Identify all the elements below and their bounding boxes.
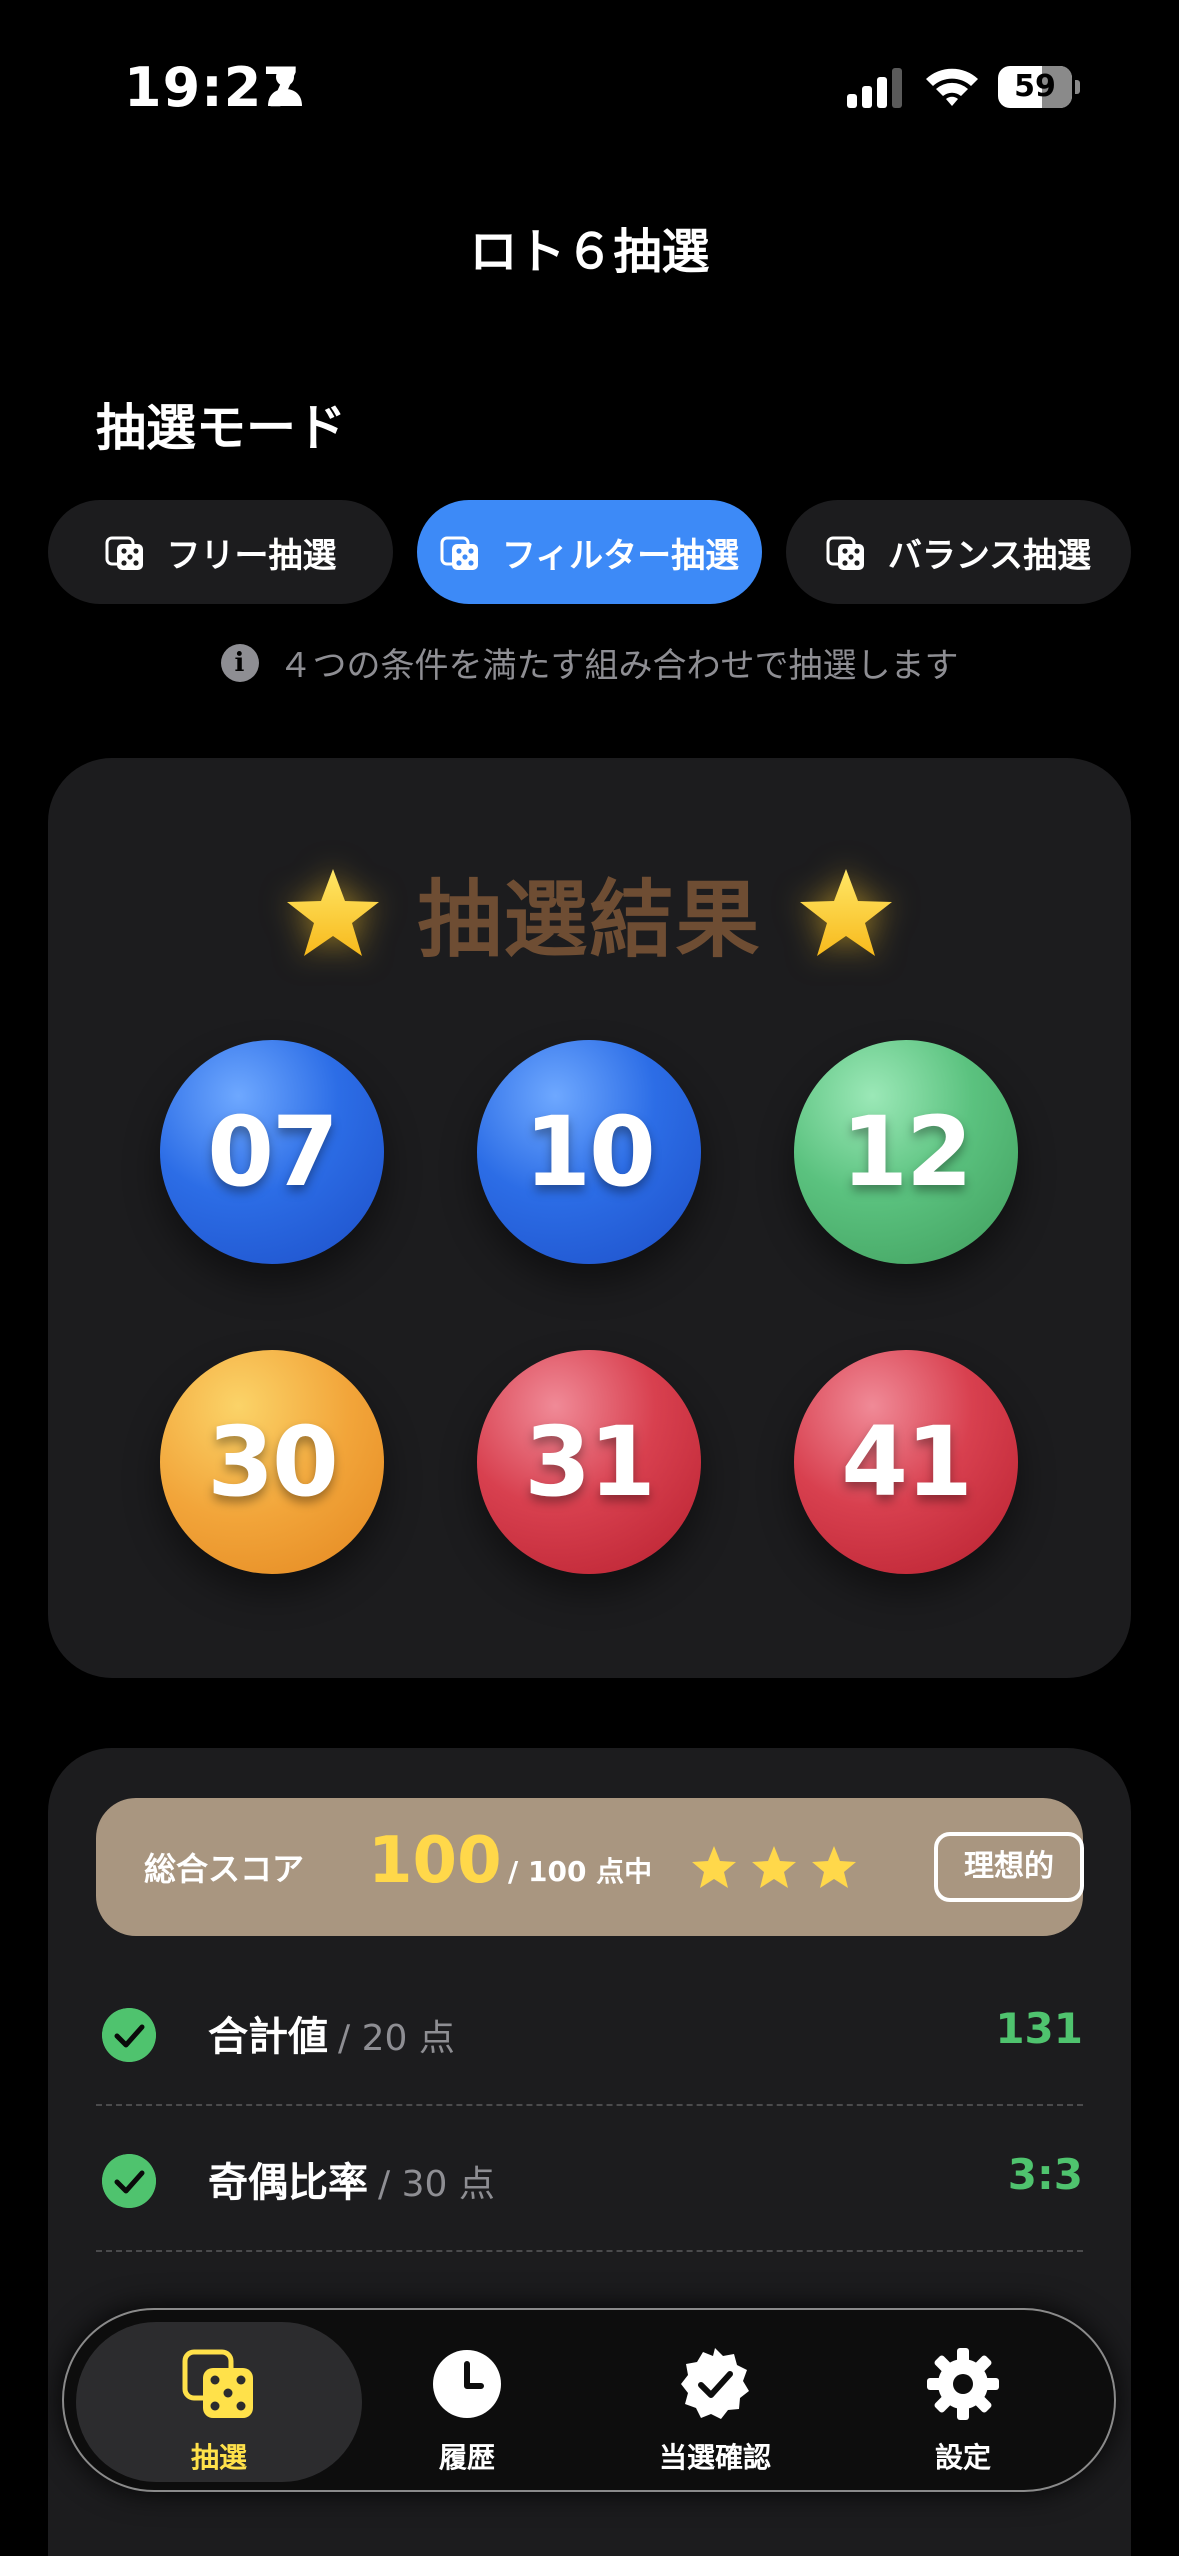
battery-icon: 59: [998, 66, 1080, 108]
dice-icon: [440, 536, 478, 570]
tab-check-win[interactable]: 当選確認: [572, 2322, 858, 2482]
tab-draw[interactable]: 抽選: [76, 2322, 362, 2482]
person-icon: [268, 68, 302, 106]
star-icon: [752, 1846, 796, 1888]
lotto-ball: 41: [794, 1350, 1018, 1574]
total-score-label: 総合スコア: [144, 1850, 305, 1888]
lotto-ball: 07: [160, 1040, 384, 1264]
total-score-banner: 総合スコア 100 / 100 点中 理想的: [96, 1798, 1084, 1936]
lotto-ball: 30: [160, 1350, 384, 1574]
dice-icon: [182, 2349, 253, 2418]
tab-settings-label: 設定: [934, 2441, 991, 2474]
score-rank-badge: 理想的: [934, 1832, 1084, 1902]
mode-selector: フリー抽選 フィルター抽選 バランス抽選: [48, 500, 1131, 604]
rating-stars: [692, 1846, 856, 1888]
info-icon: i: [220, 643, 259, 682]
criteria-name: 奇偶比率: [208, 2160, 368, 2206]
mode-balance-label: バランス抽選: [887, 535, 1092, 576]
result-title: 抽選結果: [417, 870, 762, 969]
check-icon: [102, 2008, 156, 2062]
criteria-row: 奇偶比率/ 30 点 3:3: [96, 2106, 1083, 2252]
check-icon: [102, 2154, 156, 2208]
mode-balance-button[interactable]: バランス抽選: [786, 500, 1131, 604]
criteria-points: / 20 点: [338, 2018, 455, 2059]
tab-history-label: 履歴: [438, 2441, 495, 2474]
wifi-icon: [926, 68, 978, 106]
result-header: 抽選結果: [48, 858, 1131, 969]
battery-level: 59: [1014, 69, 1056, 104]
verified-badge-icon: [681, 2348, 749, 2419]
star-icon: [799, 869, 892, 956]
clock-icon: [433, 2350, 501, 2418]
tab-bar: 抽選 履歴 当選確認 設定: [62, 2308, 1116, 2492]
dice-icon: [826, 536, 864, 570]
total-score-max: / 100 点中: [508, 1855, 653, 1888]
gear-icon: [927, 2348, 999, 2420]
mode-section-title: 抽選モード: [96, 399, 346, 457]
tab-check-win-label: 当選確認: [658, 2441, 771, 2474]
criteria-row: 合計値/ 20 点 131: [96, 1960, 1083, 2106]
star-icon: [692, 1846, 736, 1888]
tab-draw-label: 抽選: [190, 2441, 247, 2474]
lotto-ball: 10: [477, 1040, 701, 1264]
criteria-name: 合計値: [208, 2014, 328, 2060]
tab-history[interactable]: 履歴: [324, 2322, 610, 2482]
lotto-ball: 12: [794, 1040, 1018, 1264]
mode-filter-button[interactable]: フィルター抽選: [417, 500, 762, 604]
total-score-value: 100: [368, 1824, 502, 1898]
mode-free-label: フリー抽選: [166, 535, 337, 576]
lotto-ball: 31: [477, 1350, 701, 1574]
tab-settings[interactable]: 設定: [820, 2322, 1106, 2482]
result-card: 抽選結果 07 10 12 30 31 41: [48, 758, 1131, 1678]
cellular-signal-icon: [847, 68, 902, 108]
criteria-points: / 30 点: [378, 2164, 495, 2205]
criteria-value: 131: [995, 2004, 1083, 2053]
mode-description-text: ４つの条件を満たす組み合わせで抽選します: [278, 646, 959, 686]
status-bar: 19:27 59: [0, 0, 1179, 170]
page-title: ロト６抽選: [469, 224, 710, 280]
dice-icon: [105, 536, 143, 570]
star-icon: [812, 1846, 856, 1888]
mode-filter-label: フィルター抽選: [501, 535, 740, 576]
criteria-value: 3:3: [1007, 2150, 1083, 2199]
mode-free-button[interactable]: フリー抽選: [48, 500, 393, 604]
mode-description: i ４つの条件を満たす組み合わせで抽選します: [0, 638, 1179, 687]
star-icon: [287, 869, 380, 956]
